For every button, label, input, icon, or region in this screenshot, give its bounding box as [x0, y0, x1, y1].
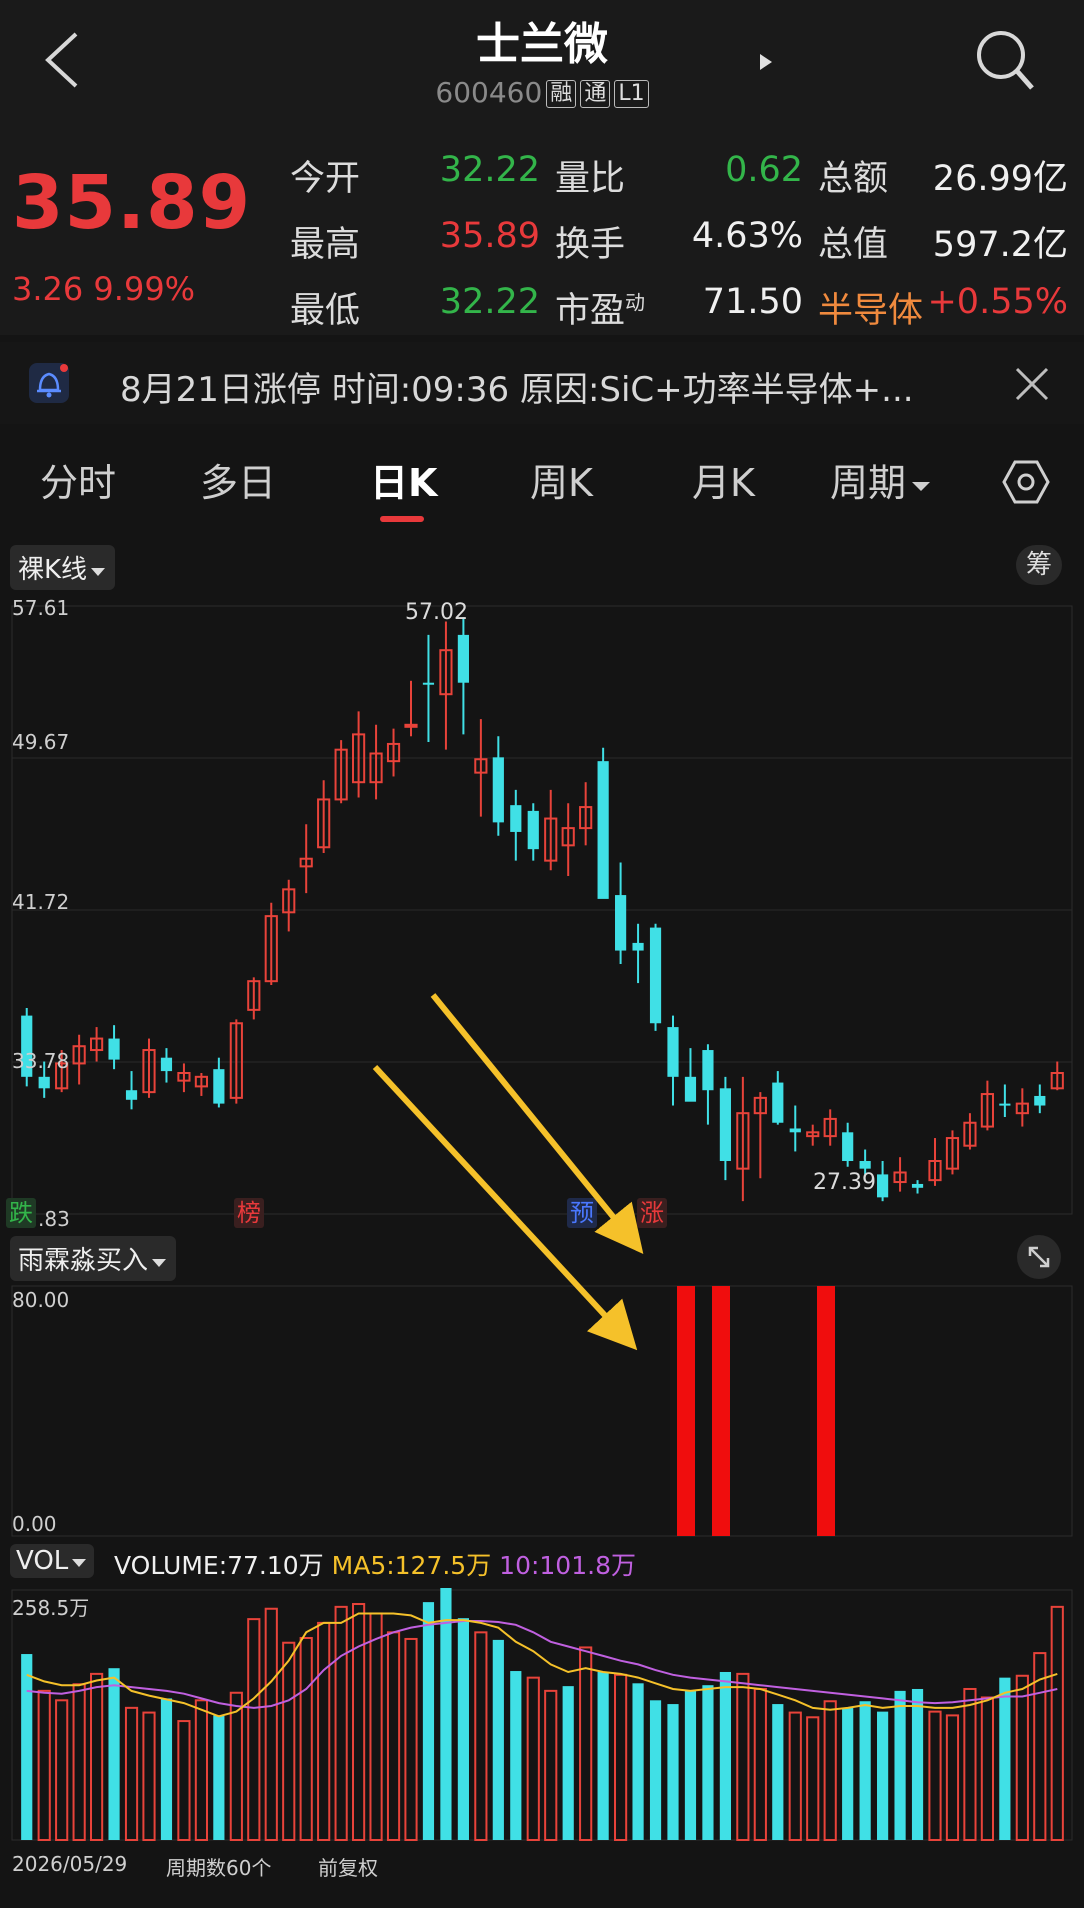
volume-bar — [823, 1700, 837, 1841]
volume-bar — [614, 1673, 628, 1841]
arrow-1 — [430, 993, 644, 1254]
volume-bar — [999, 1677, 1011, 1840]
volume-bar — [928, 1710, 942, 1841]
volume-bar — [440, 1588, 452, 1840]
volume-bar — [160, 1698, 173, 1840]
volume-bar — [842, 1707, 854, 1840]
volume-bar — [369, 1612, 383, 1842]
volume-bar — [1050, 1605, 1064, 1841]
volume-bar — [579, 1646, 593, 1841]
volume-bar — [980, 1696, 994, 1841]
volume-bar — [247, 1618, 261, 1841]
volume-bar — [21, 1654, 33, 1840]
volume-bar — [142, 1711, 156, 1841]
volume-bar — [299, 1637, 313, 1841]
volume-bar — [684, 1690, 697, 1840]
volume-legend: VOLUME:77.10万 MA5:127.5万 10:101.8万 — [114, 1546, 636, 1582]
volume-bar — [492, 1639, 504, 1840]
arrow-2 — [372, 1064, 638, 1351]
period-count: 周期数60个 — [166, 1856, 272, 1880]
price-adjust: 前复权 — [318, 1856, 378, 1880]
volume-bar — [317, 1621, 331, 1842]
start-date: 2026/05/29 — [12, 1852, 128, 1876]
volume-chart[interactable] — [0, 1588, 1084, 1844]
volume-bar — [562, 1686, 574, 1840]
volume-bar — [72, 1683, 86, 1841]
volume-bar — [55, 1699, 69, 1841]
volume-bar — [37, 1689, 51, 1841]
volume-bar — [422, 1602, 435, 1840]
volume-value: VOLUME:77.10万 — [114, 1551, 324, 1580]
volume-bar — [963, 1687, 977, 1841]
volume-bar — [386, 1631, 401, 1842]
ma5-value: MA5:127.5万 — [331, 1551, 492, 1580]
volume-selector[interactable]: VOL — [10, 1544, 95, 1578]
volume-bar — [352, 1603, 366, 1842]
volume-bar — [597, 1671, 609, 1840]
volume-bar — [894, 1690, 906, 1840]
ma10-value: 10:101.8万 — [499, 1551, 636, 1580]
volume-bar — [877, 1711, 889, 1840]
volume-bar — [911, 1688, 924, 1840]
volume-bar — [736, 1672, 750, 1841]
volume-bar — [632, 1683, 644, 1840]
volume-bar — [457, 1618, 469, 1840]
volume-bar — [1015, 1674, 1029, 1841]
volume-label: VOL — [16, 1546, 69, 1576]
volume-bar — [124, 1706, 139, 1841]
chevron-down-icon — [72, 1559, 87, 1567]
volume-bar — [108, 1668, 120, 1840]
volume-bar — [282, 1641, 296, 1841]
volume-y-top: 258.5万 — [12, 1596, 90, 1620]
volume-bar — [544, 1689, 558, 1841]
volume-bar — [264, 1607, 278, 1841]
volume-bar — [753, 1687, 767, 1841]
volume-bar — [229, 1691, 243, 1841]
volume-bar — [945, 1714, 960, 1841]
volume-bar — [806, 1716, 820, 1841]
volume-bar — [719, 1671, 731, 1840]
volume-bar — [772, 1704, 784, 1840]
volume-bar — [859, 1701, 871, 1840]
volume-bar — [667, 1704, 679, 1840]
volume-bar — [702, 1685, 714, 1840]
volume-bar — [649, 1700, 662, 1840]
volume-bar — [474, 1631, 488, 1842]
volume-bar — [177, 1720, 191, 1842]
volume-bar — [90, 1672, 104, 1841]
volume-bar — [788, 1711, 802, 1841]
volume-bar — [404, 1637, 418, 1842]
volume-bar — [194, 1699, 208, 1841]
volume-bar — [526, 1676, 540, 1842]
volume-bar — [213, 1715, 225, 1840]
volume-bar — [510, 1671, 522, 1840]
volume-bar — [334, 1605, 348, 1841]
